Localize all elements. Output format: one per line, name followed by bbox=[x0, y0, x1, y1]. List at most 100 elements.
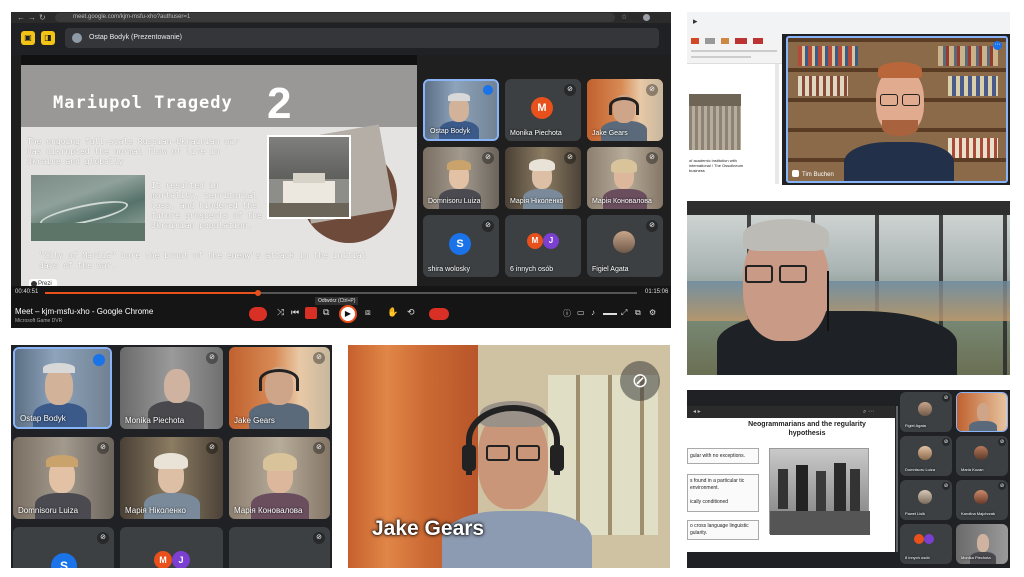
ceiling bbox=[687, 201, 1010, 215]
player-bar: 00:40:51 01:15:06 Odtwórz (Ctrl+P) Meet … bbox=[11, 286, 671, 328]
time-total: 01:15:06 bbox=[645, 289, 669, 295]
stop-present-icon-button[interactable]: ◨ bbox=[41, 31, 55, 45]
rewind-icon[interactable] bbox=[305, 307, 317, 319]
participant-avatar bbox=[918, 490, 932, 504]
participant-tile[interactable]: Monika Piechota bbox=[956, 524, 1008, 564]
presenter-label: Ostap Bodyk (Prezentowanie) bbox=[89, 34, 182, 41]
fullscreen-icon[interactable]: ⤢ bbox=[621, 308, 627, 318]
volume-slider[interactable] bbox=[603, 313, 617, 315]
present-icon-button[interactable]: ▣ bbox=[21, 31, 35, 45]
participant-name: Марія Коновалова bbox=[234, 506, 303, 515]
previous-icon[interactable]: ⏮ bbox=[291, 307, 299, 318]
shuffle-icon[interactable]: ⤨ bbox=[277, 307, 284, 318]
shared-slide: Mariupol Tragedy 2 The ongoing full-scal… bbox=[21, 55, 417, 299]
hangup-icon[interactable] bbox=[429, 308, 449, 320]
participant-tile[interactable]: ⊘ Марія Коновалова bbox=[229, 437, 330, 519]
mic-off-icon: ⊘ bbox=[646, 84, 658, 96]
hand-icon[interactable]: ✋ bbox=[387, 307, 398, 318]
browser-toolbar: ← → ↻ meet.google.com/kjm-msfu-xho?authu… bbox=[11, 12, 671, 23]
participant-tile[interactable]: ⊘ Paweł Lisik bbox=[900, 480, 952, 520]
participant-tile[interactable]: ⊘ Domnisoru Luiza bbox=[13, 437, 114, 519]
participant-tile[interactable]: ⊘ bbox=[229, 527, 330, 568]
participant-tile[interactable]: ⊘ Марія Ніколенко bbox=[505, 147, 581, 209]
participant-tile[interactable]: ⊘ Karolina Majchrzak bbox=[956, 480, 1008, 520]
bookmark-star-icon[interactable]: ☆ bbox=[621, 12, 627, 23]
seek-handle[interactable] bbox=[255, 290, 262, 296]
participant-tile[interactable]: M J 6 innych osób bbox=[505, 215, 581, 277]
participant-tile[interactable]: ⊘ Domnisoru Luiza bbox=[900, 436, 952, 476]
more-options-icon[interactable]: ⋯ bbox=[993, 41, 1002, 50]
featured-speaker-video: ⊘ Jake Gears bbox=[348, 345, 670, 568]
participant-tile[interactable]: S ⊘ shira wolosky bbox=[423, 215, 499, 277]
participant-tile[interactable] bbox=[956, 392, 1008, 432]
bullet-box: s found in a particular tic environment.… bbox=[687, 474, 759, 512]
info-icon[interactable]: ⓘ bbox=[563, 308, 571, 319]
slide-text-1: The ongoing full-scale Russian-Ukrainian… bbox=[27, 137, 239, 166]
play-tooltip: Odtwórz (Ctrl+P) bbox=[315, 297, 359, 305]
participant-name: 8 innych osób bbox=[905, 555, 930, 560]
participant-tile[interactable]: ⊘ Марія Коновалова bbox=[587, 147, 663, 209]
participant-avatar bbox=[918, 446, 932, 460]
top-strip: ▸ bbox=[687, 12, 1010, 34]
doc-scrollbar[interactable] bbox=[775, 64, 779, 184]
historical-photo bbox=[769, 448, 870, 535]
aerial-photo bbox=[31, 175, 145, 241]
participant-avatar bbox=[914, 534, 924, 544]
lecture-slide: Neogrammarians and the regularity hypoth… bbox=[687, 418, 895, 552]
participant-tile[interactable]: ⊘ Domnisoru Luiza bbox=[423, 147, 499, 209]
participant-tile[interactable]: ⊘ Марія Ніколенко bbox=[120, 437, 223, 519]
settings-icon[interactable]: ⚙ bbox=[649, 308, 656, 317]
participant-tile[interactable]: S ⊘ bbox=[13, 527, 114, 568]
slide-number: 2 bbox=[267, 79, 292, 128]
mic-off-icon: ⊘ bbox=[313, 532, 325, 544]
slide-tools-icon[interactable]: ⌕ ⋯ bbox=[863, 406, 874, 418]
participant-tile[interactable]: ⊘ Figiel Agata bbox=[900, 392, 952, 432]
seek-bar[interactable] bbox=[45, 290, 637, 296]
address-bar[interactable]: meet.google.com/kjm-msfu-xho?authuser=1 bbox=[55, 13, 615, 22]
presenter-chip[interactable]: Ostap Bodyk (Prezentowanie) bbox=[65, 28, 659, 48]
strip-scrollbar[interactable] bbox=[896, 406, 898, 552]
end-call-icon[interactable] bbox=[249, 307, 267, 321]
presenter-avatar bbox=[72, 33, 82, 43]
participant-grid: Ostap Bodyk M ⊘ Monika Piechota ⊘ Jake G… bbox=[423, 79, 665, 279]
participant-tile[interactable]: ⊘ Maria Kozan bbox=[956, 436, 1008, 476]
volume-icon[interactable]: ♪ bbox=[591, 308, 595, 317]
mic-off-icon: ⊘ bbox=[313, 352, 325, 364]
headphones bbox=[466, 405, 560, 475]
participant-tile[interactable]: M J bbox=[120, 527, 223, 568]
play-button[interactable]: ▶ bbox=[339, 305, 357, 323]
chat-icon[interactable]: ▭ bbox=[577, 308, 585, 317]
forward-icon[interactable]: → bbox=[28, 12, 36, 23]
participant-name: Domnisoru Luiza bbox=[18, 506, 79, 515]
participant-name: Марія Коновалова bbox=[592, 198, 652, 205]
reload-icon[interactable]: ↻ bbox=[39, 12, 46, 23]
mic-off-icon: ⊘ bbox=[620, 361, 660, 401]
participant-tile[interactable]: ⊘ Jake Gears bbox=[587, 79, 663, 141]
participant-tile[interactable]: Ostap Bodyk bbox=[423, 79, 499, 141]
captions-icon[interactable]: ⧉ bbox=[323, 307, 329, 318]
participant-tile[interactable]: Ostap Bodyk bbox=[13, 347, 112, 429]
cursor-icon: ▸ bbox=[693, 16, 698, 26]
pip-icon[interactable]: ⧉ bbox=[635, 308, 641, 318]
window-title: Meet – kjm-msfu-xho - Google Chrome bbox=[15, 307, 154, 316]
participant-tile[interactable]: 8 innych osób bbox=[900, 524, 952, 564]
participant-name: Ostap Bodyk bbox=[20, 414, 66, 423]
participant-grid-zoomed: Ostap Bodyk ⊘ Monika Piechota ⊘ Jake Gea… bbox=[11, 345, 332, 568]
participant-name: Jake Gears bbox=[592, 130, 628, 137]
slide-title: Neogrammarians and the regularity hypoth… bbox=[748, 421, 866, 437]
speaker-glasses bbox=[779, 265, 807, 283]
next-icon[interactable]: ⧈ bbox=[365, 307, 371, 318]
slide-text-2: It resulted in mortality, territorial lo… bbox=[151, 181, 262, 230]
mic-off-icon: ⊘ bbox=[564, 84, 576, 96]
speaker-glasses bbox=[516, 445, 540, 461]
repeat-icon[interactable]: ⟲ bbox=[407, 307, 415, 318]
profile-icon[interactable] bbox=[643, 14, 650, 21]
participant-name: Domnisoru Luiza bbox=[428, 198, 481, 205]
seek-progress bbox=[45, 292, 259, 294]
participant-tile[interactable]: M ⊘ Monika Piechota bbox=[505, 79, 581, 141]
participant-tile[interactable]: ⊘ Jake Gears bbox=[229, 347, 330, 429]
speaker-hair bbox=[743, 219, 829, 251]
back-icon[interactable]: ← bbox=[17, 12, 25, 23]
participant-tile[interactable]: ⊘ Figiel Agata bbox=[587, 215, 663, 277]
participant-tile[interactable]: ⊘ Monika Piechota bbox=[120, 347, 223, 429]
